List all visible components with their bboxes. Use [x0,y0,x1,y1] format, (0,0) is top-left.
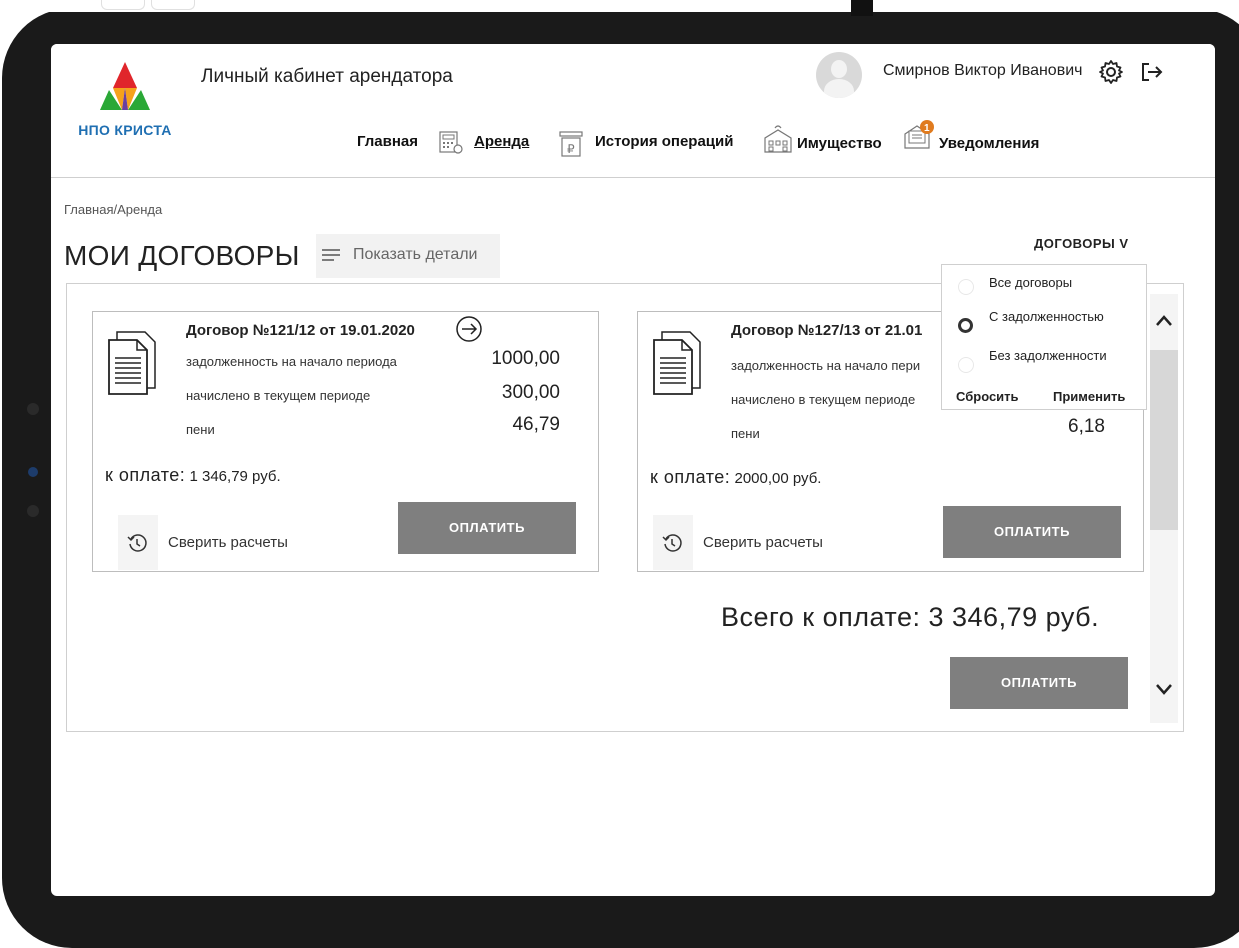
contracts-filter-dropdown: Все договоры С задолженностью Без задолж… [941,264,1147,410]
side-camera [28,467,38,477]
user-name[interactable]: Смирнов Виктор Иванович [883,62,1082,80]
side-sensor [27,403,39,415]
filter-apply-button[interactable]: Применить [1053,389,1125,404]
chevron-up-icon[interactable] [1153,310,1175,332]
debt-start-label: задолженность на начало пери [731,358,921,373]
accrued-value: 300,00 [501,382,560,403]
arrow-right-circle-icon[interactable] [455,315,483,343]
logo-text: НПО КРИСТА [78,122,172,138]
accrued-label: начислено в текущем периоде [731,392,916,407]
show-details-button[interactable]: Показать детали [316,234,500,278]
reconcile-button[interactable]: Сверить расчеты [118,515,317,570]
nav-home[interactable]: Главная [357,133,418,150]
pay-button[interactable]: ОПЛАТИТЬ [398,502,576,554]
filter-option-label: С задолженностью [989,309,1104,324]
to-pay-label: к оплате: [105,465,186,485]
pay-button[interactable]: ОПЛАТИТЬ [943,506,1121,558]
to-pay: к оплате: 2000,00 руб. [650,467,821,488]
to-pay: к оплате: 1 346,79 руб. [105,465,281,486]
nav-notifications[interactable]: Уведомления [939,135,1039,152]
ruble-receipt-icon: ₽ [559,131,583,157]
filter-option-label: Все договоры [989,275,1073,290]
radio-button-selected[interactable] [958,318,973,333]
penalty-value: 46,79 [512,414,560,435]
notification-icon[interactable]: 1 [901,118,937,154]
penalty-label: пени [186,422,215,437]
contract-title[interactable]: Договор №121/12 от 19.01.2020 [186,322,415,339]
contracts-filter-toggle[interactable]: ДОГОВОРЫ V [1034,236,1129,251]
history-icon [127,534,147,552]
pay-all-button[interactable]: ОПЛАТИТЬ [950,657,1128,709]
document-icon [653,331,701,395]
menu-lines-icon [322,249,340,261]
reconcile-button[interactable]: Сверить расчеты [653,515,852,570]
debt-start-label: задолженность на начало периода [186,354,397,369]
history-icon [662,534,682,552]
penalty-value: 6,18 [1068,416,1105,437]
building-icon [764,125,792,153]
breadcrumb[interactable]: Главная/Аренда [64,202,162,217]
filter-reset-button[interactable]: Сбросить [956,389,1019,404]
reconcile-label: Сверить расчеты [703,534,823,551]
side-sensor [27,505,39,517]
radio-button[interactable] [958,357,974,373]
document-icon [108,331,156,395]
reconcile-label: Сверить расчеты [168,534,288,551]
logo[interactable]: НПО КРИСТА [78,58,172,142]
device-frame: НПО КРИСТА Личный кабинет арендатора Сми… [0,0,1239,948]
contract-card: Договор №121/12 от 19.01.2020 задолженно… [92,311,599,572]
penalty-label: пени [731,426,760,441]
header: НПО КРИСТА Личный кабинет арендатора Сми… [51,44,1215,178]
nav-history[interactable]: История операций [595,133,733,150]
to-pay-value: 1 346,79 руб. [189,468,281,485]
accrued-label: начислено в текущем периоде [186,388,371,403]
filter-option-all[interactable]: Все договоры [942,265,1148,303]
logo-triangles-icon [100,62,150,110]
filter-option-with-debt[interactable]: С задолженностью [942,305,1148,343]
hardware-button [101,0,145,10]
camera-notch [851,0,873,16]
notification-badge: 1 [924,123,930,134]
to-pay-label: к оплате: [650,467,731,487]
filter-option-label: Без задолженности [989,348,1107,363]
contract-title[interactable]: Договор №127/13 от 21.01 [731,322,922,339]
page-title: МОИ ДОГОВОРЫ [64,240,300,271]
app-title: Личный кабинет арендатора [201,66,453,87]
svg-text:₽: ₽ [567,142,575,156]
app-screen: НПО КРИСТА Личный кабинет арендатора Сми… [51,44,1215,896]
show-details-label: Показать детали [353,246,478,263]
nav-rent[interactable]: Аренда [474,133,529,150]
to-pay-value: 2000,00 руб. [734,470,822,487]
chevron-down-icon[interactable] [1153,678,1175,700]
total-to-pay: Всего к оплате: 3 346,79 руб. [721,602,1100,632]
debt-start-value: 1000,00 [491,348,560,369]
avatar[interactable] [816,52,862,98]
radio-button[interactable] [958,279,974,295]
logout-icon[interactable] [1140,61,1164,83]
gear-icon[interactable] [1098,59,1124,85]
hardware-button [151,0,195,10]
filter-option-without-debt[interactable]: Без задолженности [942,343,1148,381]
scrollbar-thumb[interactable] [1150,350,1178,530]
calculator-icon [439,131,463,154]
nav-property[interactable]: Имущество [797,135,882,152]
